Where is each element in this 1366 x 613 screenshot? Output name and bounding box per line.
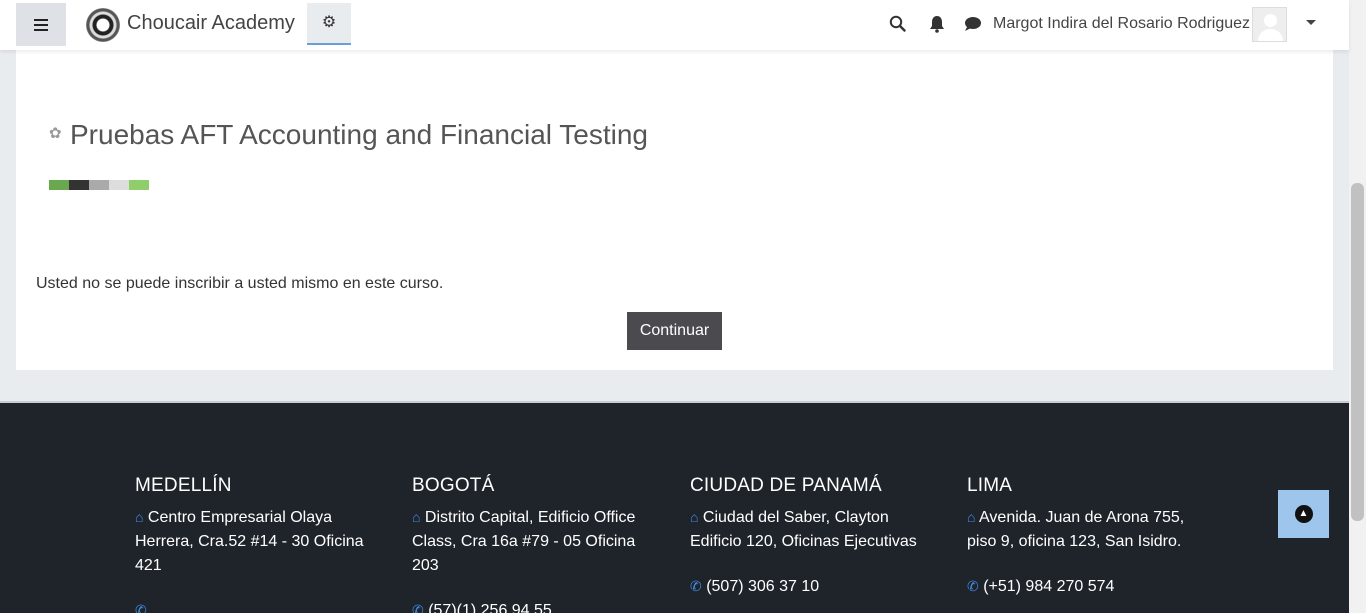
course-title[interactable]: Pruebas AFT Accounting and Financial Tes… <box>70 119 648 151</box>
footer-column-bogota: BOGOTÁ ⌂ Distrito Capital, Edificio Offi… <box>412 475 652 613</box>
user-name[interactable]: Margot Indira del Rosario Rodriguez <box>993 15 1250 33</box>
scrollbar-thumb[interactable] <box>1351 183 1364 521</box>
chat-icon <box>965 17 981 31</box>
footer-address: Centro Empresarial Olaya Herrera, Cra.52… <box>135 509 364 574</box>
footer-address: Distrito Capital, Edificio Office Class,… <box>412 509 636 574</box>
cogs-icon: ⚙ <box>321 14 337 31</box>
search-icon <box>889 15 906 32</box>
messages-button[interactable] <box>964 16 982 37</box>
footer-city-title: BOGOTÁ <box>412 475 495 496</box>
footer-phone: (+51) 984 270 574 <box>983 578 1115 595</box>
phone-icon: ✆ <box>135 602 147 613</box>
nav-drawer-toggle-button[interactable] <box>16 3 66 46</box>
footer-city-title: LIMA <box>967 475 1013 496</box>
arrow-up-circle-icon: ▲ <box>1294 505 1313 523</box>
course-icon: ✿ <box>49 125 62 142</box>
phone-icon: ✆ <box>690 578 702 594</box>
home-icon: ⌂ <box>412 509 421 525</box>
brand-name[interactable]: Choucair Academy <box>127 12 295 35</box>
caret-down-icon[interactable] <box>1306 20 1316 25</box>
phone-icon: ✆ <box>967 578 979 594</box>
admin-settings-button[interactable]: ⚙ <box>307 3 351 45</box>
footer-city-title: CIUDAD DE PANAMÁ <box>690 475 882 496</box>
footer-phone: (507) 306 37 10 <box>706 578 820 595</box>
brand-logo[interactable] <box>86 8 120 42</box>
footer-address: Ciudad del Saber, Clayton Edificio 120, … <box>690 509 917 550</box>
notifications-button[interactable] <box>929 15 945 38</box>
footer-city-title: MEDELLÍN <box>135 475 232 496</box>
footer-column-lima: LIMA ⌂ Avenida. Juan de Arona 755, piso … <box>967 475 1207 596</box>
bell-icon <box>930 16 944 33</box>
footer-column-medellin: MEDELLÍN ⌂ Centro Empresarial Olaya Herr… <box>135 475 375 613</box>
footer-column-panama: CIUDAD DE PANAMÁ ⌂ Ciudad del Saber, Cla… <box>690 475 930 596</box>
avatar[interactable] <box>1252 7 1287 42</box>
course-image <box>49 180 149 190</box>
home-icon: ⌂ <box>690 509 699 525</box>
hamburger-icon <box>34 18 48 31</box>
top-navbar: Choucair Academy ⚙ Margot Indira del Ros… <box>0 0 1349 50</box>
back-to-top-button[interactable]: ▲ <box>1278 490 1329 538</box>
home-icon: ⌂ <box>135 509 144 525</box>
footer-phone: (57)(1) 256 94 55 <box>428 602 552 613</box>
home-icon: ⌂ <box>967 509 976 525</box>
search-button[interactable] <box>889 15 906 37</box>
enrol-message: Usted no se puede inscribir a usted mism… <box>36 275 444 292</box>
page-scrollbar[interactable] <box>1349 0 1366 613</box>
phone-icon: ✆ <box>412 602 424 613</box>
footer-address: Avenida. Juan de Arona 755, piso 9, ofic… <box>967 509 1185 550</box>
continue-button[interactable]: Continuar <box>627 312 722 350</box>
